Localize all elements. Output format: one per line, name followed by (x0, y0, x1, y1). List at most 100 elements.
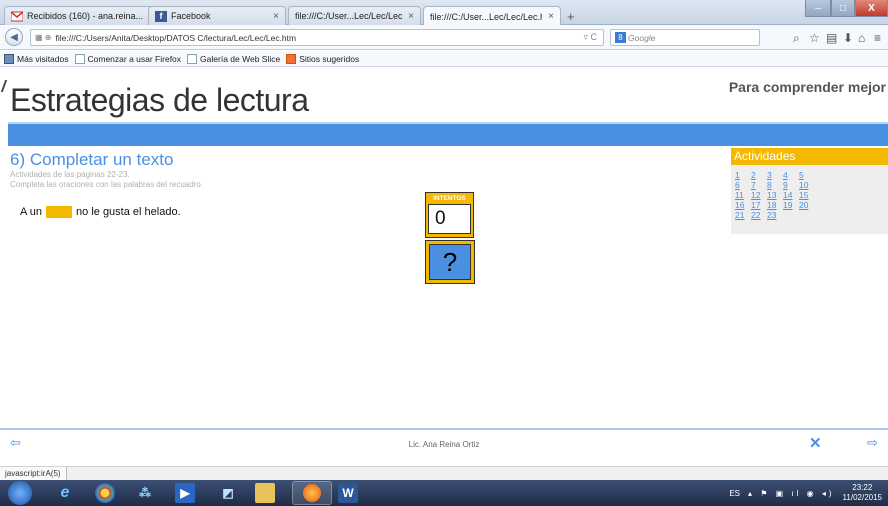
search-placeholder: Google (628, 32, 656, 43)
windows-taskbar: e ⁂ ▶ ◩ W ES ▴ ⚑ ▣ ıl ◉ ◂) 23:22 11/02/2… (0, 480, 888, 506)
clock-time: 23:22 (852, 483, 873, 492)
activities-row: 6 7 8 9 10 (735, 180, 888, 190)
start-button[interactable] (8, 481, 32, 505)
search-icon[interactable]: ⌕ (793, 31, 800, 46)
menu-icon[interactable]: ≡ (874, 31, 881, 45)
status-link-text: javascript:irA(5) (0, 467, 67, 480)
section-instructions: Completa las oraciones con las palabras … (10, 180, 203, 189)
language-indicator[interactable]: ES (729, 489, 740, 498)
activity-link[interactable]: 9 (783, 180, 799, 190)
close-icon[interactable]: × (408, 11, 414, 22)
bookmark-star-icon[interactable]: ☆ (809, 31, 820, 45)
new-tab-button[interactable]: + (567, 9, 575, 24)
sentence-before: A un (20, 206, 43, 218)
answer-blank[interactable] (46, 206, 73, 218)
clock-date: 11/02/2015 (842, 493, 882, 502)
site-tagline: Para comprender mejor (728, 79, 886, 95)
activity-link[interactable]: 2 (751, 170, 767, 180)
firefox-taskbar-button[interactable] (292, 481, 332, 505)
gmail-icon (11, 10, 23, 21)
back-arrow-icon: ◀ (10, 31, 18, 43)
close-icon[interactable]: × (548, 11, 554, 22)
network-icon[interactable]: ⁂ (135, 483, 155, 503)
activity-link[interactable]: 21 (735, 210, 751, 220)
tab-label: file:///C:/User...Lec/Lec/Lec.htm (295, 11, 403, 21)
activity-link[interactable]: 17 (751, 200, 767, 210)
next-arrow-icon[interactable]: ⇨ (867, 435, 878, 451)
internet-explorer-icon[interactable]: e (55, 483, 75, 503)
activity-link[interactable]: 10 (799, 180, 815, 190)
help-button[interactable]: ? (425, 240, 475, 284)
tab-file-1[interactable]: file:///C:/User...Lec/Lec/Lec.htm × (288, 6, 421, 25)
sentence-after: no le gusta el helado. (76, 206, 181, 218)
bookmark-suggested-sites[interactable]: Sitios sugeridos (286, 53, 360, 64)
media-player-icon[interactable]: ▶ (175, 483, 195, 503)
activity-link[interactable]: 4 (783, 170, 799, 180)
activity-link[interactable]: 11 (735, 190, 751, 200)
bookmarks-list-icon[interactable]: ▤ (826, 31, 837, 45)
activity-link[interactable]: 20 (799, 200, 815, 210)
maximize-button[interactable]: □ (831, 0, 855, 17)
tab-label: file:///C:/User...Lec/Lec/Lec.htm (430, 11, 542, 22)
minimize-button[interactable]: – (805, 0, 831, 17)
activities-row: 16 17 18 19 20 (735, 200, 888, 210)
bookmark-web-slice[interactable]: Galería de Web Slice (187, 53, 281, 64)
activity-link[interactable]: 8 (767, 180, 783, 190)
downloads-icon[interactable]: ⬇ (843, 31, 853, 45)
bookmark-label: Sitios sugeridos (299, 53, 360, 64)
tab-label: Facebook (171, 11, 211, 21)
attempts-value: 0 (428, 204, 471, 234)
chrome-icon[interactable] (95, 483, 115, 503)
search-bar[interactable]: 8 Google (610, 29, 760, 46)
folder-icon[interactable] (255, 483, 275, 503)
page-info-icon: ▦ ⊕ (35, 33, 52, 42)
word-icon[interactable]: W (338, 483, 358, 503)
activity-link[interactable]: 16 (735, 200, 751, 210)
home-icon[interactable]: ⌂ (858, 31, 865, 45)
bookmark-label: Galería de Web Slice (200, 53, 281, 64)
tray-icons[interactable]: ▴ ⚑ ▣ ıl ◉ ◂) (748, 489, 835, 498)
url-bar[interactable]: ▦ ⊕ file:///C:/Users/Anita/Desktop/DATOS… (30, 29, 604, 46)
attempts-box: INTENTOS 0 (425, 192, 474, 238)
activity-link[interactable]: 3 (767, 170, 783, 180)
activity-link[interactable]: 6 (735, 180, 751, 190)
bookmark-getting-started[interactable]: Comenzar a usar Firefox (74, 53, 182, 64)
activity-link[interactable]: 19 (783, 200, 799, 210)
activity-link[interactable]: 23 (767, 210, 783, 220)
activity-link[interactable]: 7 (751, 180, 767, 190)
activity-link[interactable]: 15 (799, 190, 815, 200)
activity-link[interactable]: 18 (767, 200, 783, 210)
activity-link[interactable]: 22 (751, 210, 767, 220)
bookmark-page-icon (187, 53, 198, 64)
window-close-button[interactable]: X (855, 0, 888, 17)
close-activity-icon[interactable]: ✕ (809, 434, 822, 452)
tab-label: Recibidos (160) - ana.reina... (27, 11, 144, 21)
back-button[interactable]: ◀ (5, 28, 23, 46)
facebook-icon: f (155, 10, 167, 22)
firefox-icon (303, 484, 321, 502)
clock[interactable]: 23:22 11/02/2015 (843, 483, 882, 503)
activities-row: 21 22 23 (735, 210, 888, 220)
photos-icon[interactable]: ◩ (218, 483, 238, 503)
navigation-bar: ◀ ▦ ⊕ file:///C:/Users/Anita/Desktop/DAT… (0, 25, 888, 50)
bookmark-label: Comenzar a usar Firefox (87, 53, 182, 64)
close-icon[interactable]: × (273, 11, 279, 22)
reload-icon[interactable]: ▿ C (583, 32, 597, 43)
bookmark-label: Más visitados (17, 53, 69, 64)
tab-facebook[interactable]: f Facebook × (148, 6, 286, 25)
activity-link[interactable]: 1 (735, 170, 751, 180)
activity-link[interactable]: 14 (783, 190, 799, 200)
bookmarks-toolbar: Más visitados Comenzar a usar Firefox Ga… (0, 51, 888, 67)
url-text: file:///C:/Users/Anita/Desktop/DATOS C/l… (55, 32, 297, 43)
tab-gmail[interactable]: Recibidos (160) - ana.reina... × (4, 6, 162, 25)
activity-link[interactable]: 13 (767, 190, 783, 200)
activity-link[interactable]: 12 (751, 190, 767, 200)
system-tray: ES ▴ ⚑ ▣ ıl ◉ ◂) 23:22 11/02/2015 (729, 480, 888, 506)
bookmark-most-visited[interactable]: Más visitados (4, 53, 69, 64)
activities-row: 1 2 3 4 5 (735, 170, 888, 180)
suggested-sites-icon (286, 53, 297, 64)
footer-divider (0, 428, 888, 430)
activity-link[interactable]: 5 (799, 170, 815, 180)
tab-file-active[interactable]: file:///C:/User...Lec/Lec/Lec.htm × (423, 6, 561, 26)
search-engine-icon[interactable]: 8 (615, 32, 626, 43)
